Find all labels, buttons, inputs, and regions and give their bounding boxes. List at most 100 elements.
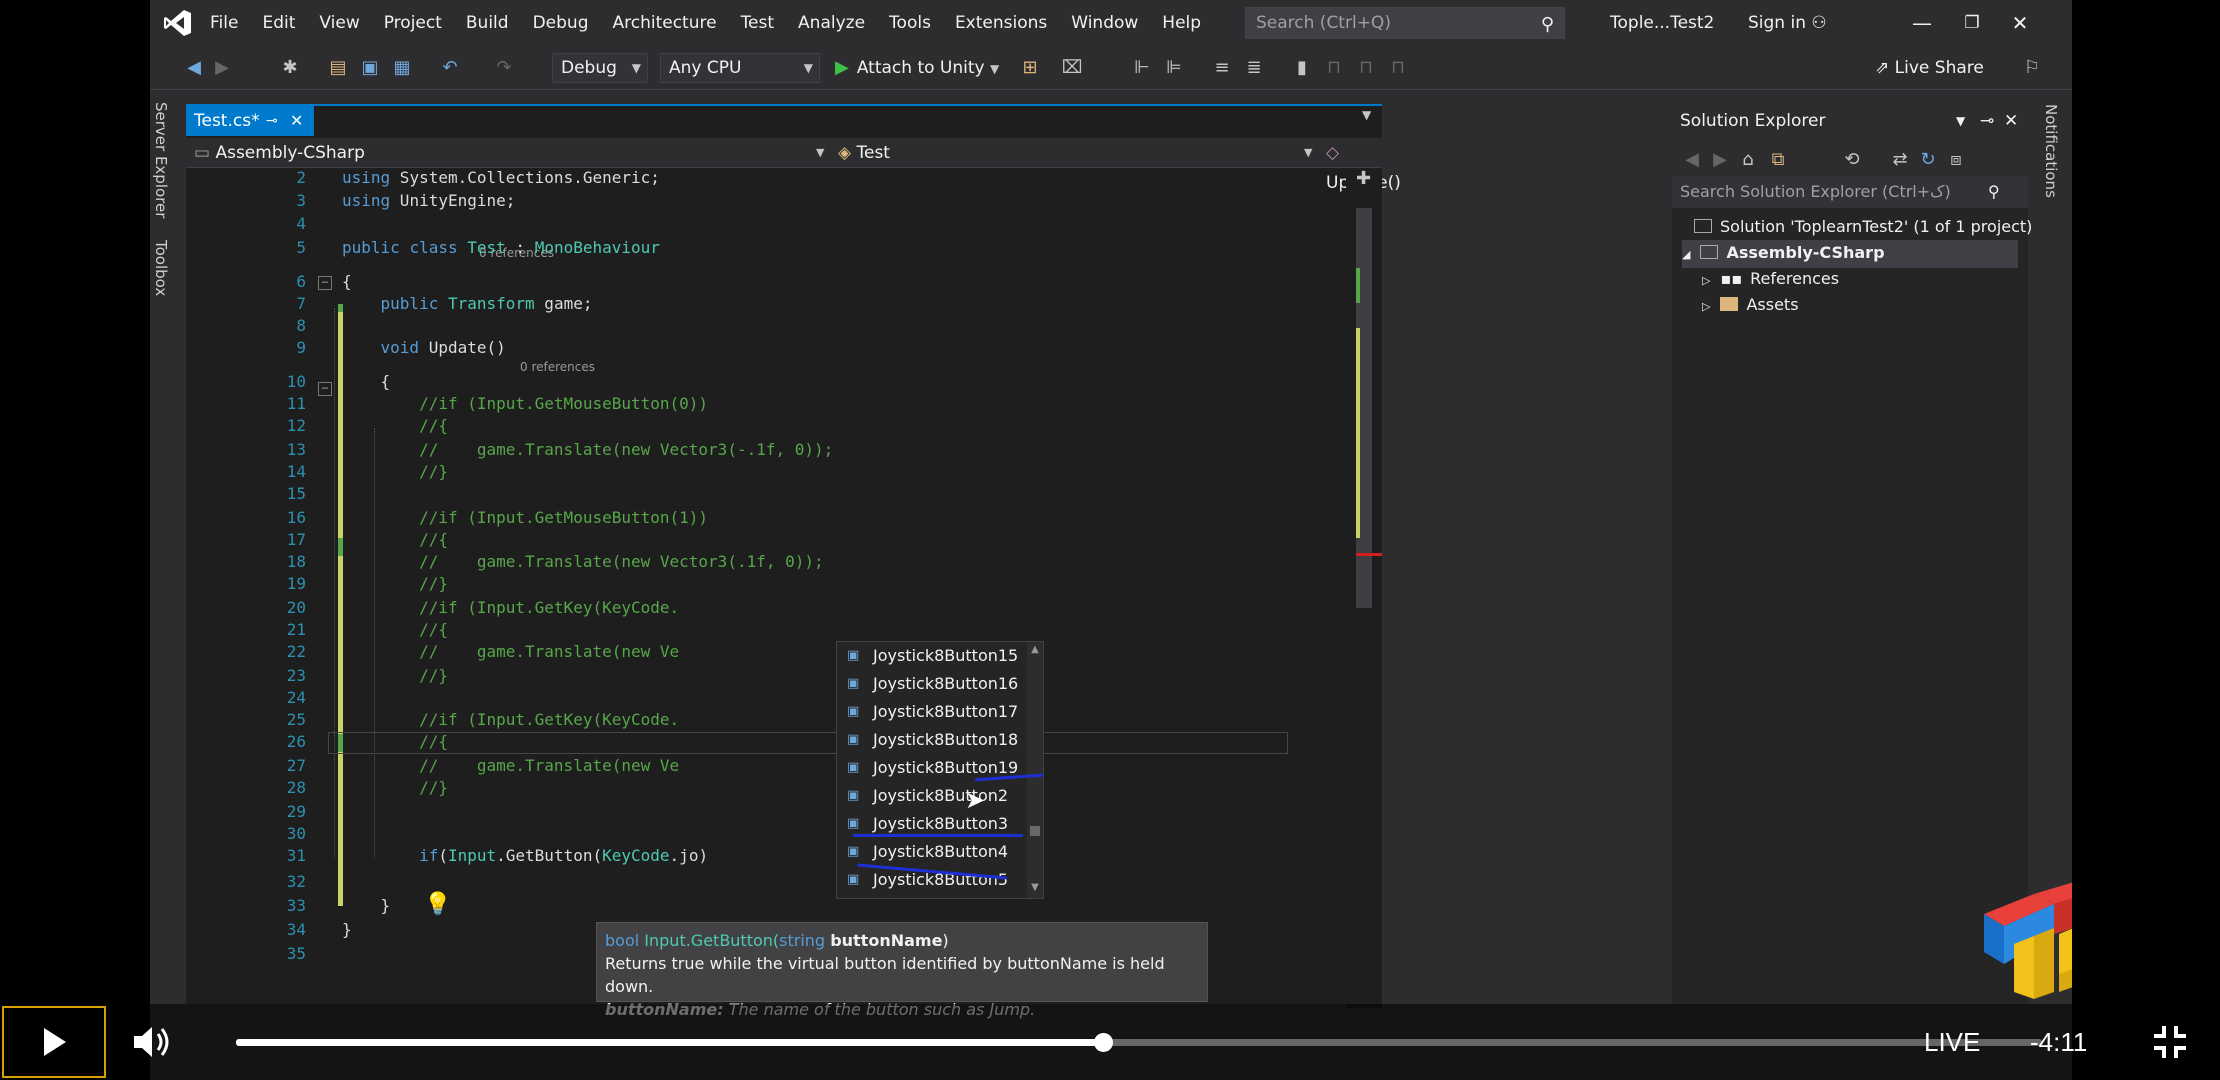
project-dropdown[interactable]: ▭ Assembly-CSharp: [194, 138, 365, 168]
save-icon[interactable]: ▣: [358, 56, 382, 80]
new-project-icon[interactable]: ✱: [278, 56, 302, 80]
menu-project[interactable]: Project: [372, 0, 454, 46]
feedback-icon[interactable]: ⚐: [2020, 56, 2044, 80]
screenshot-icon[interactable]: ⌧: [1060, 56, 1084, 80]
live-share-button[interactable]: ⇗ Live Share: [1875, 53, 1984, 83]
bookmark-prev-icon[interactable]: ⊓: [1322, 56, 1346, 80]
completion-item[interactable]: ▣ Joystick8Button2: [837, 782, 1027, 810]
bookmark-next-icon[interactable]: ⊓: [1354, 56, 1378, 80]
collapsed-icon[interactable]: ▷: [1702, 300, 1710, 313]
open-file-icon[interactable]: ▤: [326, 56, 350, 80]
search-input[interactable]: Search (Ctrl+Q) ⚲: [1245, 7, 1565, 39]
completion-scroll-thumb[interactable]: [1030, 826, 1040, 836]
chevron-down-icon[interactable]: ▼: [1304, 138, 1312, 168]
document-tab-test-cs[interactable]: Test.cs* ⊸ ✕: [186, 106, 314, 136]
redo-icon[interactable]: ↷: [492, 56, 516, 80]
code-line[interactable]: void Update(): [342, 338, 506, 357]
code-line[interactable]: public class Test : MonoBehaviour: [342, 238, 660, 257]
tree-solution[interactable]: Solution 'ToplearnTest2' (1 of 1 project…: [1694, 214, 2032, 240]
collapse-method-icon[interactable]: −: [318, 382, 332, 396]
play-button[interactable]: [2, 1006, 106, 1078]
collapse-class-icon[interactable]: −: [318, 276, 332, 290]
back-icon[interactable]: ◀: [1680, 148, 1704, 172]
navigate-forward-icon[interactable]: ▶: [210, 56, 234, 80]
forward-icon[interactable]: ▶: [1708, 148, 1732, 172]
code-line[interactable]: // game.Translate(new Ve: [342, 642, 679, 661]
code-line[interactable]: //}: [342, 574, 448, 593]
tab-list-dropdown-icon[interactable]: ▼: [1362, 108, 1371, 122]
code-line[interactable]: //{: [342, 530, 448, 549]
chevron-down-icon[interactable]: ▼: [816, 138, 824, 168]
exit-fullscreen-button[interactable]: [2152, 1024, 2188, 1060]
code-line[interactable]: // game.Translate(new Vector3(.1f, 0));: [342, 552, 824, 571]
code-line[interactable]: {: [342, 272, 352, 291]
code-line[interactable]: //if (Input.GetMouseButton(0)): [342, 394, 708, 413]
code-line[interactable]: using System.Collections.Generic;: [342, 168, 660, 187]
split-editor-icon[interactable]: ✚: [1356, 168, 1371, 189]
menu-help[interactable]: Help: [1150, 0, 1213, 46]
tree-project[interactable]: ◢ Assembly-CSharp: [1682, 240, 2018, 268]
toolbox-tab[interactable]: Toolbox: [152, 240, 170, 296]
intellisense-completion-list[interactable]: ▣ Joystick8Button15 ▣ Joystick8Button16 ▣ Joy…: [836, 641, 1044, 899]
sync-icon[interactable]: ⇄: [1888, 148, 1912, 172]
code-line[interactable]: //}: [342, 462, 448, 481]
code-line[interactable]: //if (Input.GetKey(KeyCode.: [342, 710, 679, 729]
code-line[interactable]: //if (Input.GetKey(KeyCode.: [342, 598, 679, 617]
close-window-button[interactable]: ✕: [2000, 0, 2040, 46]
comment-icon[interactable]: ≡: [1210, 56, 1234, 80]
switch-views-icon[interactable]: ⧉: [1766, 148, 1790, 172]
menu-extensions[interactable]: Extensions: [943, 0, 1059, 46]
chevron-down-icon[interactable]: ▼: [1956, 104, 1965, 138]
completion-item[interactable]: ▣ Joystick8Button15: [837, 642, 1027, 670]
bookmark-icon[interactable]: ▮: [1290, 56, 1314, 80]
menu-analyze[interactable]: Analyze: [786, 0, 877, 46]
code-line[interactable]: public Transform game;: [342, 294, 593, 313]
find-in-files-icon[interactable]: ⊞: [1018, 56, 1042, 80]
restore-button[interactable]: ❐: [1952, 0, 1992, 46]
code-line[interactable]: // game.Translate(new Ve: [342, 756, 679, 775]
menu-tools[interactable]: Tools: [877, 0, 943, 46]
menu-window[interactable]: Window: [1059, 0, 1150, 46]
menu-architecture[interactable]: Architecture: [600, 0, 728, 46]
save-all-icon[interactable]: ▦: [390, 56, 414, 80]
attach-to-unity-button[interactable]: ▶ Attach to Unity ▼: [835, 53, 999, 83]
visual-studio-logo-icon[interactable]: [158, 0, 198, 46]
completion-item[interactable]: ▣ Joystick8Button17: [837, 698, 1027, 726]
menu-test[interactable]: Test: [729, 0, 786, 46]
code-area[interactable]: − − 0 references 0 references 2 using Sys…: [186, 168, 1346, 1008]
completion-scrollbar[interactable]: ▲ ▼: [1027, 642, 1043, 898]
pin-icon[interactable]: ⊸: [1980, 104, 1994, 138]
outdent-icon[interactable]: ⊫: [1162, 56, 1186, 80]
menu-edit[interactable]: Edit: [250, 0, 307, 46]
menu-view[interactable]: View: [307, 0, 371, 46]
code-line[interactable]: //}: [342, 778, 448, 797]
seek-bar[interactable]: [236, 1033, 2042, 1052]
pin-icon[interactable]: ⊸: [266, 106, 278, 136]
code-line[interactable]: //}: [342, 666, 448, 685]
completion-item[interactable]: ▣ Joystick8Button4: [837, 838, 1027, 866]
close-tab-icon[interactable]: ✕: [290, 106, 303, 136]
align-icon[interactable]: ⊩: [1130, 56, 1154, 80]
platform-dropdown[interactable]: Any CPU ▼: [660, 53, 820, 83]
editor-vertical-scrollbar[interactable]: ✚: [1346, 168, 1382, 1008]
undo-icon[interactable]: ↶: [438, 56, 462, 80]
volume-button[interactable]: [130, 1022, 174, 1062]
close-panel-icon[interactable]: ✕: [2004, 104, 2018, 138]
history-icon[interactable]: ⟲: [1840, 148, 1864, 172]
code-line[interactable]: //{: [342, 416, 448, 435]
code-line[interactable]: //{: [342, 620, 448, 639]
refresh-icon[interactable]: ↻: [1916, 148, 1940, 172]
code-line[interactable]: {: [342, 372, 391, 391]
code-line[interactable]: //if (Input.GetMouseButton(1)): [342, 508, 708, 527]
live-label[interactable]: LIVE: [1924, 1004, 1980, 1080]
tree-references[interactable]: ▷ ▪▪ References: [1702, 266, 1839, 294]
home-icon[interactable]: ⌂: [1736, 148, 1760, 172]
notifications-tab[interactable]: Notifications: [2042, 104, 2060, 198]
code-line[interactable]: using UnityEngine;: [342, 191, 515, 210]
codelens-references[interactable]: 0 references: [520, 360, 595, 374]
scroll-up-icon[interactable]: ▲: [1027, 644, 1043, 655]
code-line[interactable]: }: [342, 920, 352, 939]
completion-item[interactable]: ▣ Joystick8Button18: [837, 726, 1027, 754]
collapse-all-icon[interactable]: ⧈: [1944, 148, 1968, 172]
scroll-down-icon[interactable]: ▼: [1027, 882, 1043, 893]
